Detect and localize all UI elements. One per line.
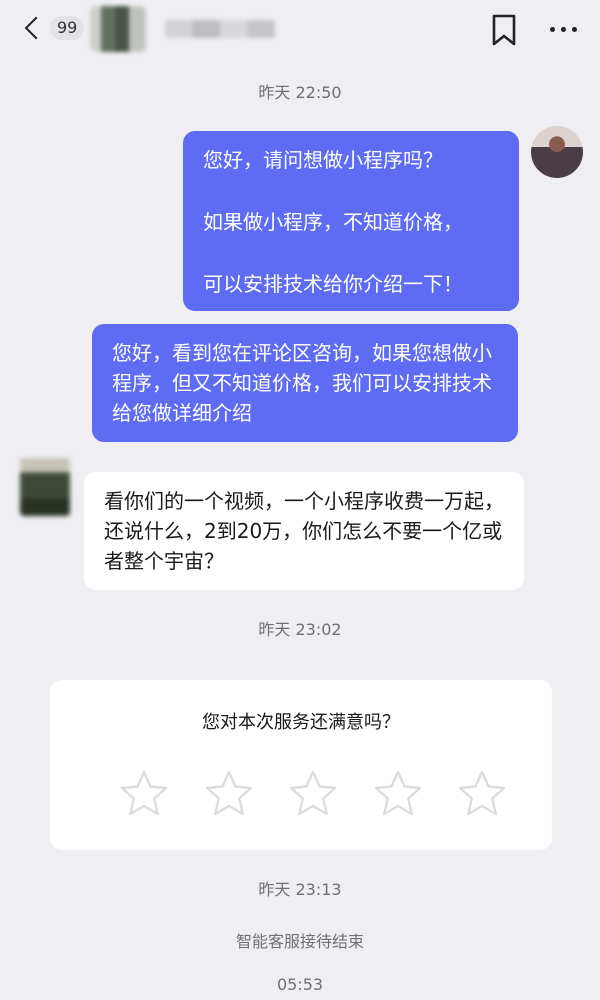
unread-count-badge: 99 bbox=[50, 16, 85, 40]
contact-avatar-small[interactable] bbox=[20, 458, 70, 516]
more-icon-dot bbox=[549, 26, 555, 32]
message-bubble-incoming[interactable]: 看你们的一个视频，一个小程序收费一万起，还说什么，2到20万，你们怎么不要一个亿… bbox=[84, 472, 524, 590]
message-text: 您好，看到您在评论区咨询，如果您想做小程序，但又不知道价格，我们可以安排技术给您… bbox=[112, 341, 492, 425]
contact-name-redacted[interactable] bbox=[165, 20, 275, 38]
chat-header: 99 bbox=[0, 0, 600, 62]
satisfaction-rating-card: 您对本次服务还满意吗？ bbox=[50, 680, 552, 850]
message-text: 看你们的一个视频，一个小程序收费一万起，还说什么，2到20万，你们怎么不要一个亿… bbox=[104, 489, 504, 573]
message-paragraph: 您好，请问想做小程序吗？ bbox=[203, 148, 443, 172]
system-notice: 智能客服接待结束 bbox=[235, 932, 364, 951]
star-icon bbox=[289, 770, 337, 816]
timestamp: 05:53 bbox=[276, 975, 324, 994]
more-icon-dot bbox=[560, 26, 566, 32]
bookmark-button[interactable] bbox=[488, 13, 520, 47]
star-rating bbox=[118, 768, 508, 824]
contact-avatar[interactable] bbox=[90, 6, 146, 52]
message-bubble-outgoing[interactable]: 您好，请问想做小程序吗？ 如果做小程序，不知道价格， 可以安排技术给你介绍一下！ bbox=[183, 131, 519, 311]
star-icon bbox=[205, 770, 252, 816]
bookmark-icon bbox=[492, 14, 516, 46]
rating-question: 您对本次服务还满意吗？ bbox=[202, 712, 400, 733]
more-icon-dot bbox=[571, 26, 577, 32]
star-rating-2[interactable] bbox=[203, 768, 255, 820]
timestamp: 昨天 23:02 bbox=[258, 620, 342, 639]
star-icon bbox=[458, 770, 506, 816]
timestamp: 昨天 22:50 bbox=[258, 83, 342, 102]
back-button[interactable]: 99 bbox=[18, 10, 88, 46]
star-rating-3[interactable] bbox=[287, 768, 339, 820]
message-paragraph: 如果做小程序，不知道价格， bbox=[203, 210, 463, 234]
star-icon bbox=[120, 770, 168, 816]
star-rating-1[interactable] bbox=[118, 768, 170, 820]
star-rating-4[interactable] bbox=[372, 768, 424, 820]
star-icon bbox=[374, 770, 421, 816]
more-options-button[interactable] bbox=[543, 17, 583, 41]
my-avatar[interactable] bbox=[531, 126, 583, 178]
message-bubble-outgoing[interactable]: 您好，看到您在评论区咨询，如果您想做小程序，但又不知道价格，我们可以安排技术给您… bbox=[92, 324, 518, 442]
message-paragraph: 可以安排技术给你介绍一下！ bbox=[203, 272, 463, 296]
star-rating-5[interactable] bbox=[456, 768, 508, 820]
chevron-left-icon bbox=[24, 16, 48, 40]
timestamp: 昨天 23:13 bbox=[258, 880, 342, 899]
